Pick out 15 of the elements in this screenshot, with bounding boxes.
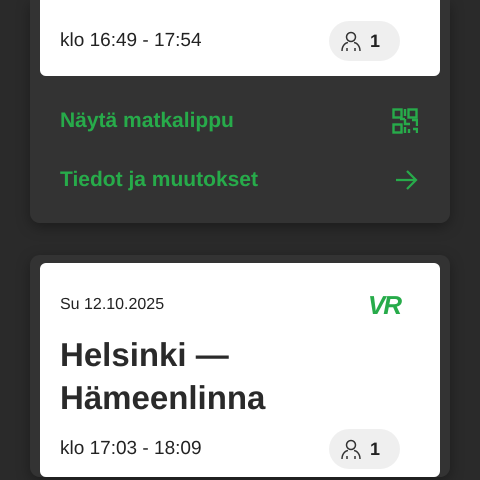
logo: VR — [368, 290, 400, 320]
action-link[interactable]: Näytä matkalippu — [60, 91, 418, 150]
passenger-badge: 1 — [328, 429, 400, 469]
person-icon — [340, 438, 362, 460]
arrow-right-icon — [394, 168, 418, 190]
trip-card[interactable]: Su 12.10.2025 VR Helsinki — Hämeenlinna klo 17:03 - 18:09 1 — [40, 263, 440, 477]
trip-date: Su 12.10.2025 — [60, 296, 164, 314]
trip-route: Helsinki — Hämeenlinna — [60, 335, 266, 418]
passenger-badge: 1 — [328, 21, 400, 61]
action-link[interactable]: Tiedot ja muutokset — [60, 150, 418, 209]
trip-card[interactable]: klo 16:49 - 17:54 1 — [40, 0, 440, 76]
qr-code-icon — [392, 108, 418, 134]
person-icon — [340, 30, 362, 52]
trip-time: klo 17:03 - 18:09 — [60, 438, 202, 460]
trip-time: klo 16:49 - 17:54 — [60, 30, 202, 52]
